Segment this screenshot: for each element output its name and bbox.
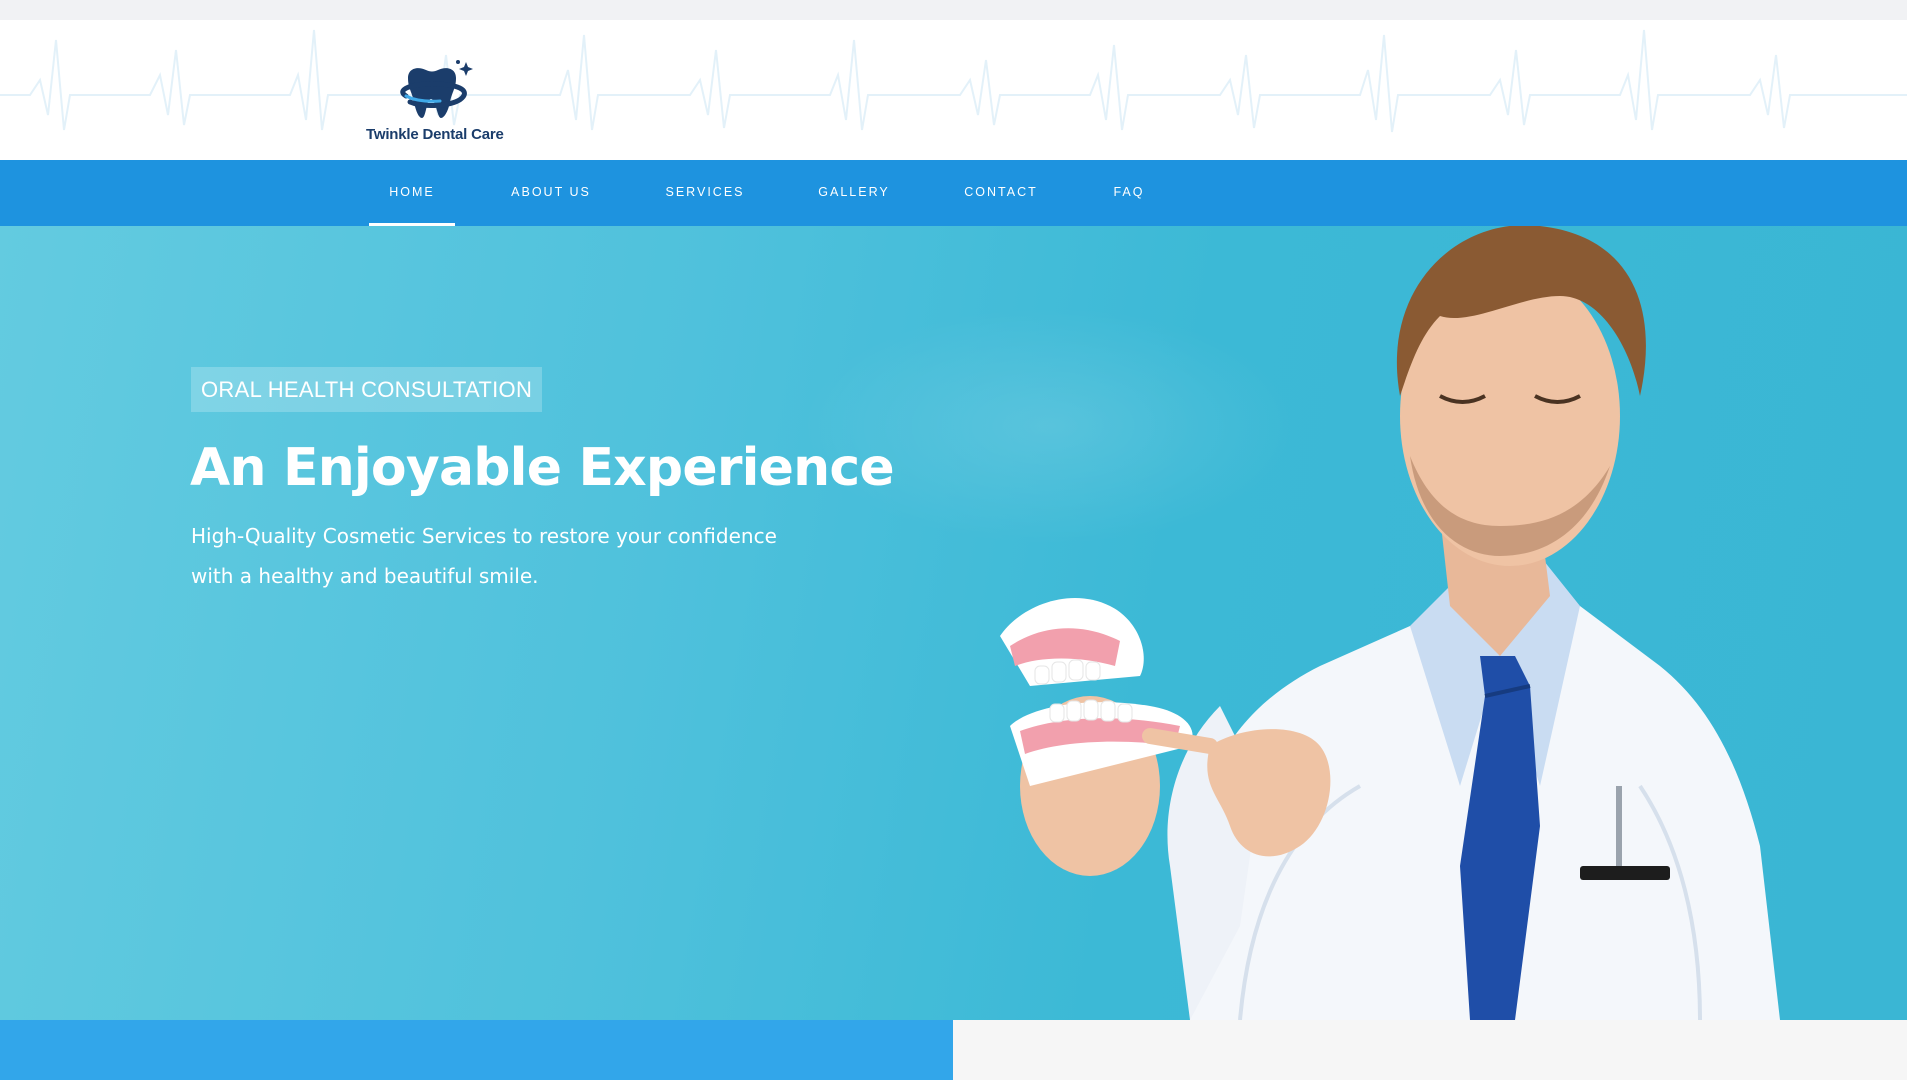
- brand-logo[interactable]: Twinkle Dental Care: [366, 56, 526, 148]
- ekg-line-background: [0, 29, 1907, 133]
- tooth-with-sparkle-icon: [400, 60, 473, 118]
- nav-item-gallery[interactable]: GALLERY: [812, 160, 896, 226]
- website-page: Twinkle Dental Care HOME ABOUT US SERVIC…: [0, 0, 1907, 1080]
- bottom-blue-panel: [0, 1020, 953, 1080]
- nav-item-services[interactable]: SERVICES: [661, 160, 749, 226]
- nav-item-about-us[interactable]: ABOUT US: [505, 160, 597, 226]
- hero-subtitle: High-Quality Cosmetic Services to restor…: [191, 516, 811, 596]
- hero-badge: ORAL HEALTH CONSULTATION: [191, 367, 543, 412]
- hero-subtitle-line-1: High-Quality Cosmetic Services to restor…: [191, 524, 777, 548]
- hero-subtitle-line-2: with a healthy and beautiful smile.: [191, 564, 539, 588]
- nav-item-faq[interactable]: FAQ: [1106, 160, 1152, 226]
- bottom-light-panel: [953, 1020, 1907, 1080]
- nav-item-contact[interactable]: CONTACT: [959, 160, 1043, 226]
- main-navigation: HOME ABOUT US SERVICES GALLERY CONTACT F…: [0, 160, 1907, 226]
- brand-name: Twinkle Dental Care: [366, 126, 504, 143]
- hero-section: ORAL HEALTH CONSULTATION An Enjoyable Ex…: [0, 226, 1907, 1020]
- top-strip: [0, 0, 1907, 20]
- denture-model: [1000, 597, 1193, 786]
- nav-item-home[interactable]: HOME: [369, 160, 455, 226]
- site-header: Twinkle Dental Care: [0, 20, 1907, 160]
- dentist-holding-denture-model: [1000, 226, 1780, 1020]
- hero-title: An Enjoyable Experience: [190, 438, 895, 498]
